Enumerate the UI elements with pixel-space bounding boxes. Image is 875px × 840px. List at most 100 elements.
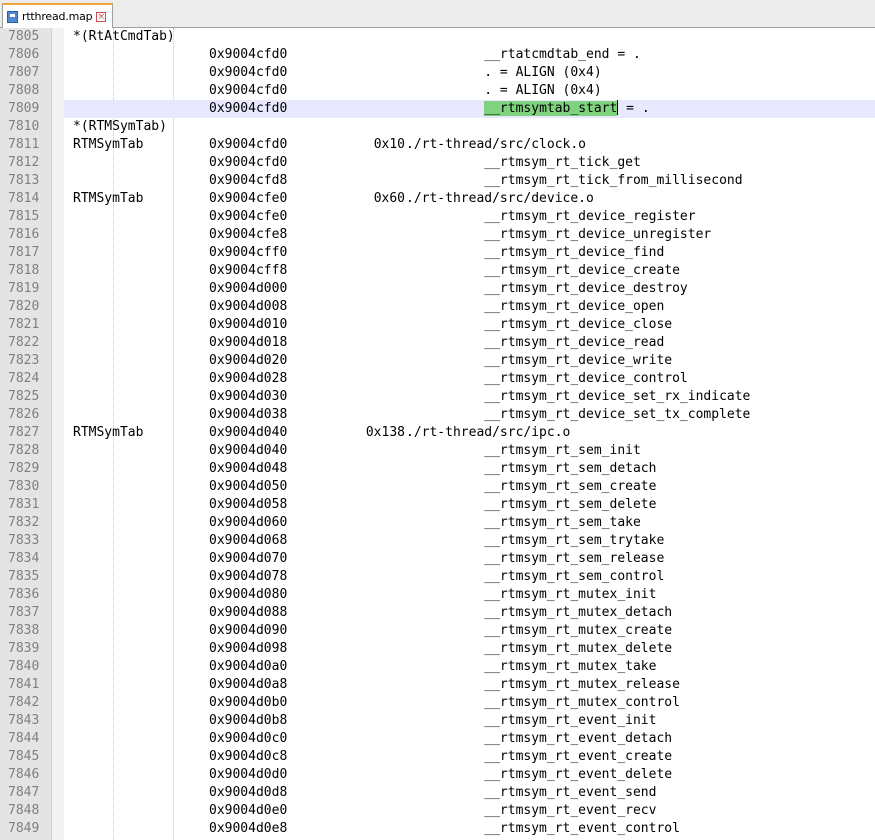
selected-text: __rtmsymtab_start [484,101,618,116]
address: 0x9004cfd0 [209,137,288,152]
map-file-icon [7,10,18,23]
section-name: RTMSymTab [73,137,144,152]
code-line[interactable]: 7818 0x9004cff8 __rtmsym_rt_device_create [0,262,875,280]
code-line[interactable]: 7809 0x9004cfd0 __rtmsymtab_start = . [0,100,875,118]
tab-rtthread-map[interactable]: rtthread.map × [2,3,114,28]
address: 0x9004d070 [209,551,288,566]
code-lines[interactable]: 7805 *(RtAtCmdTab) 7806 0x9004cfd0 __rtatcm… [0,28,875,838]
code-line[interactable]: 7816 0x9004cfe8 __rtmsym_rt_device_unregi… [0,226,875,244]
code-line[interactable]: 7811 RTMSymTab 0x9004cfd0 0x10 ./rt-thread/s… [0,136,875,154]
code-line[interactable]: 7829 0x9004d048 __rtmsym_rt_sem_detach [0,460,875,478]
code-line[interactable]: 7830 0x9004d050 __rtmsym_rt_sem_create [0,478,875,496]
address: 0x9004cfd0 [209,47,288,62]
line-number: 7826 [8,407,40,422]
code-line[interactable]: 7826 0x9004d038 __rtmsym_rt_device_set_tx… [0,406,875,424]
code-line[interactable]: 7843 0x9004d0b8 __rtmsym_rt_event_init [0,712,875,730]
editor-pane[interactable]: 7805 *(RtAtCmdTab) 7806 0x9004cfd0 __rtatcm… [0,28,875,840]
address: 0x9004d058 [209,497,288,512]
code-line[interactable]: 7849 0x9004d0e8 __rtmsym_rt_event_control [0,820,875,838]
code-line[interactable]: 7813 0x9004cfd8 __rtmsym_rt_tick_from_mil… [0,172,875,190]
tab-bar: rtthread.map × [0,0,875,28]
code-line[interactable]: 7810 *(RTMSymTab) [0,118,875,136]
symbol-text-body: __rtmsym_rt_mutex_release [406,677,680,692]
line-number: 7817 [8,245,40,260]
code-line[interactable]: 7828 0x9004d040 __rtmsym_rt_sem_init [0,442,875,460]
code-line[interactable]: 7837 0x9004d088 __rtmsym_rt_mutex_detach [0,604,875,622]
code-line[interactable]: 7824 0x9004d028 __rtmsym_rt_device_contro… [0,370,875,388]
symbol-text: __rtmsym_rt_event_send [406,784,656,802]
symbol-text-body: __rtmsym_rt_sem_delete [406,497,657,512]
code-line[interactable]: 7848 0x9004d0e0 __rtmsym_rt_event_recv [0,802,875,820]
line-number: 7845 [8,749,40,764]
symbol-text-body: __rtmsym_rt_sem_create [406,479,657,494]
code-line[interactable]: 7832 0x9004d060 __rtmsym_rt_sem_take [0,514,875,532]
code-line[interactable]: 7805 *(RtAtCmdTab) [0,28,875,46]
code-line[interactable]: 7815 0x9004cfe0 __rtmsym_rt_device_regist… [0,208,875,226]
symbol-text: __rtmsym_rt_sem_take [406,514,641,532]
code-line[interactable]: 7812 0x9004cfd0 __rtmsym_rt_tick_get [0,154,875,172]
code-line[interactable]: 7840 0x9004d0a0 __rtmsym_rt_mutex_take [0,658,875,676]
code-line[interactable]: 7839 0x9004d098 __rtmsym_rt_mutex_delete [0,640,875,658]
section-name: RTMSymTab [73,191,144,206]
code-line[interactable]: 7806 0x9004cfd0 __rtatcmdtab_end = . [0,46,875,64]
line-number: 7815 [8,209,40,224]
code-line[interactable]: 7825 0x9004d030 __rtmsym_rt_device_set_rx… [0,388,875,406]
code-line[interactable]: 7827 RTMSymTab 0x9004d040 0x138 ./rt-thread/… [0,424,875,442]
symbol-text-body: __rtmsym_rt_sem_control [406,569,665,584]
code-line[interactable]: 7834 0x9004d070 __rtmsym_rt_sem_release [0,550,875,568]
symbol-text: __rtmsym_rt_tick_from_millisecond [406,172,743,190]
code-line[interactable]: 7821 0x9004d010 __rtmsym_rt_device_close [0,316,875,334]
section-size: 0x138 [365,425,405,440]
code-line[interactable]: 7847 0x9004d0d8 __rtmsym_rt_event_send [0,784,875,802]
code-line[interactable]: 7807 0x9004cfd0 . = ALIGN (0x4) [0,64,875,82]
code-line[interactable]: 7844 0x9004d0c0 __rtmsym_rt_event_detach [0,730,875,748]
code-line[interactable]: 7845 0x9004d0c8 __rtmsym_rt_event_create [0,748,875,766]
symbol-text-body: __rtmsym_rt_tick_get [406,155,641,170]
section-name: *(RTMSymTab) [73,119,167,134]
close-icon[interactable]: × [96,11,107,22]
address: 0x9004d018 [209,335,288,350]
address: 0x9004d090 [209,623,288,638]
code-line[interactable]: 7819 0x9004d000 __rtmsym_rt_device_destro… [0,280,875,298]
symbol-text: __rtmsym_rt_device_register [406,208,695,226]
address: 0x9004d030 [209,389,288,404]
symbol-text: __rtatcmdtab_end = . [406,46,641,64]
line-number: 7847 [8,785,40,800]
code-line[interactable]: 7808 0x9004cfd0 . = ALIGN (0x4) [0,82,875,100]
symbol-text-body: __rtmsym_rt_device_open [406,299,665,314]
address: 0x9004d080 [209,587,288,602]
address: 0x9004cff0 [209,245,288,260]
symbol-text: __rtmsym_rt_device_find [406,244,664,262]
code-line[interactable]: 7836 0x9004d080 __rtmsym_rt_mutex_init [0,586,875,604]
code-line[interactable]: 7842 0x9004d0b0 __rtmsym_rt_mutex_control [0,694,875,712]
address: 0x9004cfd0 [209,65,288,80]
symbol-text-body: __rtmsym_rt_device_set_rx_indicate [406,389,751,404]
symbol-text-body: __rtmsym_rt_tick_from_millisecond [406,173,743,188]
code-line[interactable]: 7846 0x9004d0d0 __rtmsym_rt_event_delete [0,766,875,784]
address: 0x9004d008 [209,299,288,314]
line-number: 7822 [8,335,40,350]
symbol-text-body: __rtmsym_rt_device_set_tx_complete [406,407,751,422]
symbol-text: __rtmsymtab_start = . [406,100,650,118]
symbol-text: __rtmsym_rt_event_control [406,820,680,838]
code-line[interactable]: 7817 0x9004cff0 __rtmsym_rt_device_find [0,244,875,262]
code-line[interactable]: 7831 0x9004d058 __rtmsym_rt_sem_delete [0,496,875,514]
symbol-text-body: ./rt-thread/src/device.o [406,191,594,206]
symbol-text-body: __rtmsym_rt_event_recv [406,803,657,818]
address: 0x9004cfd8 [209,173,288,188]
symbol-text: __rtmsym_rt_sem_create [406,478,656,496]
code-line[interactable]: 7841 0x9004d0a8 __rtmsym_rt_mutex_release [0,676,875,694]
code-line[interactable]: 7820 0x9004d008 __rtmsym_rt_device_open [0,298,875,316]
symbol-text: __rtmsym_rt_tick_get [406,154,641,172]
code-line[interactable]: 7822 0x9004d018 __rtmsym_rt_device_read [0,334,875,352]
code-line[interactable]: 7814 RTMSymTab 0x9004cfe0 0x60 ./rt-thread/s… [0,190,875,208]
code-line[interactable]: 7835 0x9004d078 __rtmsym_rt_sem_control [0,568,875,586]
symbol-text-body: __rtmsym_rt_sem_detach [406,461,657,476]
code-line[interactable]: 7833 0x9004d068 __rtmsym_rt_sem_trytake [0,532,875,550]
symbol-text: __rtmsym_rt_device_create [406,262,680,280]
line-number: 7846 [8,767,40,782]
line-number: 7819 [8,281,40,296]
address: 0x9004d0d0 [209,767,288,782]
code-line[interactable]: 7823 0x9004d020 __rtmsym_rt_device_write [0,352,875,370]
code-line[interactable]: 7838 0x9004d090 __rtmsym_rt_mutex_create [0,622,875,640]
